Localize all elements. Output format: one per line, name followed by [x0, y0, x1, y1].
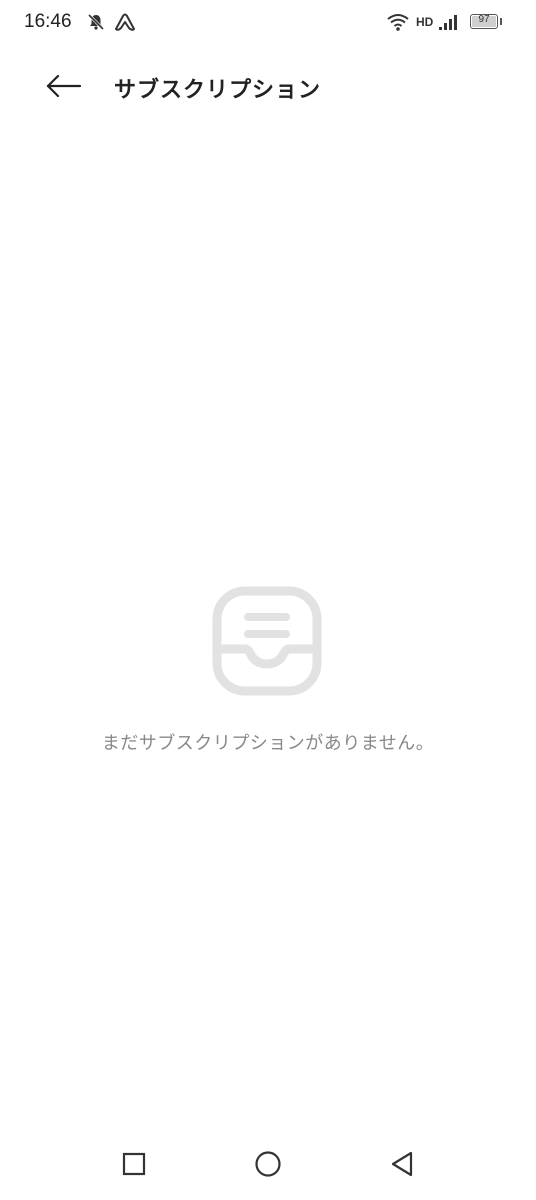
network-type-label: HD — [416, 15, 434, 29]
recent-apps-square-icon — [121, 1151, 147, 1181]
status-time: 16:46 — [24, 11, 72, 32]
status-bar: 16:46 HD 97 — [0, 0, 536, 44]
home-circle-icon — [254, 1150, 282, 1182]
battery-icon: 97 — [470, 14, 498, 29]
home-button[interactable] — [248, 1148, 288, 1184]
wifi-icon — [386, 12, 410, 36]
battery-tip — [500, 18, 502, 25]
back-triangle-icon — [389, 1150, 415, 1182]
inbox-tray-icon — [212, 586, 322, 696]
signal-icon — [438, 12, 460, 36]
bell-muted-icon — [86, 12, 106, 36]
page-title: サブスクリプション — [114, 78, 322, 103]
navigation-bar — [0, 1130, 536, 1200]
app-bar: サブスクリプション — [0, 60, 536, 116]
recent-apps-button[interactable] — [114, 1148, 154, 1184]
arrow-left-icon — [44, 74, 84, 102]
battery-level: 97 — [478, 14, 490, 25]
back-nav-button[interactable] — [382, 1148, 422, 1184]
app-notification-icon — [113, 12, 137, 36]
back-button[interactable] — [38, 68, 90, 108]
empty-state-message: まだサブスクリプションがありません。 — [101, 733, 435, 754]
